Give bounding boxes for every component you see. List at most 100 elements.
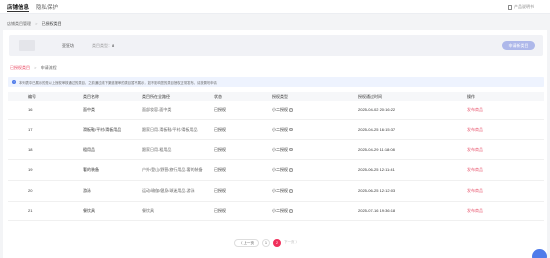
sub-tabs-separator: > [34,65,37,70]
question-icon[interactable]: ? [289,209,293,213]
cell-path: 户外/登山/野营/旅行用品-奢的装备 [142,159,214,181]
cell-id: 17 [8,119,75,140]
auth-type-label: 小二授权 [272,188,288,193]
cell-path: 跟家日用-滑板鞋/平衬/滑板用品 [142,119,214,140]
apply-category-button[interactable]: 申请新类目 [502,41,535,50]
question-icon[interactable]: ? [289,147,293,152]
publish-product-link[interactable]: 发布商品 [467,180,544,202]
col-action: 操作 [467,92,544,101]
cell-status: 已授权 [214,119,272,140]
cell-name: 奢的装备 [75,159,142,181]
document-icon [508,4,512,10]
cell-name: 滑板鞋/平衬/滑板用品 [75,119,142,140]
cell-status: 已授权 [214,101,272,120]
cell-auth-type: 小二授权? [272,180,358,202]
publish-product-link[interactable]: 发布商品 [467,139,544,160]
auth-type-label: 小二授权 [272,107,288,113]
publish-product-link[interactable]: 发布商品 [467,101,544,120]
cell-auth-time: 2025-06-25 12:12:03 [358,180,467,202]
cell-auth-type: 小二授权? [272,159,358,181]
prev-page-button[interactable]: 〈 上一页 [234,238,259,247]
breadcrumb-parent[interactable]: 店铺类目管理 [7,21,31,26]
cell-auth-type: 小二授权? [272,101,358,120]
question-icon[interactable]: ? [289,127,293,132]
table-row: 18 粗用品 跟家日用-粗用品 已授权 小二授权? 2025-04-29 11:… [8,139,544,160]
sub-tabs: 已授权类目 > 申请流程 [10,65,57,71]
cell-auth-type: 小二授权? [272,119,358,140]
table-row: 19 奢的装备 户外/登山/野营/旅行用品-奢的装备 已授权 小二授权? 202… [8,159,544,181]
breadcrumb-separator: > [35,21,38,26]
main-card: 亚狂坊 类目类型：8 申请新类目 已授权类目 > 申请流程 ! 本列表中已展示的… [3,30,547,258]
next-page-button[interactable]: 下一页 〉 [284,240,299,245]
floating-help-button[interactable] [532,249,547,258]
question-icon[interactable]: ? [289,168,293,172]
notice-text: 本列表中已展示的是以上授权审核通过的类目，之前通过线下渠道报审的类目暂不展示，如… [19,81,217,85]
help-label: 产品说明书 [514,4,534,9]
breadcrumb: 店铺类目管理 > 已授权类目 [7,21,62,27]
col-status: 状态 [214,92,272,101]
cell-status: 已授权 [214,159,272,181]
cell-path: 餐饮具 [142,201,214,221]
publish-product-link[interactable]: 发布商品 [467,119,544,140]
cell-status: 已授权 [214,139,272,160]
cell-path: 运动/瑜伽/健身/球迷用品-游泳 [142,180,214,202]
cell-auth-time: 2025-07-16 19:36:18 [358,201,467,221]
store-type: 类目类型：8 [92,43,114,49]
cell-path: 跟家日用-粗用品 [142,139,214,160]
table-header-row: 编号 类目名称 类目所在全路径 状态 授权类型 授权通过时间 操作 [8,92,544,101]
cell-id: 16 [8,101,75,120]
auth-type-label: 小二授权 [272,146,288,152]
cell-name: 粗用品 [75,139,142,160]
breadcrumb-current: 已授权类目 [41,21,62,26]
cell-id: 21 [8,201,75,221]
cell-name: 游泳 [75,180,142,202]
cell-status: 已授权 [214,201,272,221]
question-icon[interactable]: ? [289,189,293,193]
cell-id: 18 [8,139,75,160]
col-auth-time: 授权通过时间 [358,92,467,101]
table-row: 20 游泳 运动/瑜伽/健身/球迷用品-游泳 已授权 小二授权? 2025-06… [8,180,544,202]
col-name: 类目名称 [75,92,142,101]
cell-name: 餐饮具 [75,201,142,221]
cell-id: 20 [8,180,75,202]
publish-product-link[interactable]: 发布商品 [467,159,544,181]
cell-status: 已授权 [214,180,272,202]
pagination: 〈 上一页 1 2 下一页 〉 [234,238,299,247]
auth-type-label: 小二授权 [272,208,288,213]
cell-name: 面中类 [75,101,142,120]
auth-type-label: 小二授权 [272,126,288,132]
table-row: 21 餐饮具 餐饮具 已授权 小二授权? 2025-07-16 19:36:18… [8,201,544,221]
cell-id: 19 [8,159,75,181]
page-2-button[interactable]: 2 [272,238,281,247]
table-row: 17 滑板鞋/平衬/滑板用品 跟家日用-滑板鞋/平衬/滑板用品 已授权 小二授权… [8,119,544,140]
col-path: 类目所在全路径 [142,92,214,101]
col-auth-type: 授权类型 [272,92,358,101]
cell-path: 面部妆容-面中类 [142,101,214,120]
store-name: 亚狂坊 [62,43,74,48]
cell-auth-time: 2025-04-02 20:16:22 [358,101,467,120]
top-nav: 店铺信息 隐私保护 产品说明书 [0,0,550,14]
table-row: 16 面中类 面部妆容-面中类 已授权 小二授权? 2025-04-02 20:… [8,101,544,120]
auth-type-label: 小二授权 [272,167,288,172]
cell-auth-time: 2025-04-29 11:18:08 [358,139,467,160]
store-type-value: 8 [112,43,115,48]
help-link[interactable]: 产品说明书 [508,4,534,10]
tab-privacy[interactable]: 隐私保护 [36,3,58,11]
cell-auth-time: 2025-04-25 16:15:37 [358,119,467,140]
publish-product-link[interactable]: 发布商品 [467,201,544,221]
notice-banner: ! 本列表中已展示的是以上授权审核通过的类目，之前通过线下渠道报审的类目暂不展示… [8,77,544,87]
info-icon: ! [12,80,16,84]
question-icon[interactable]: ? [289,108,293,112]
category-table: 编号 类目名称 类目所在全路径 状态 授权类型 授权通过时间 操作 16 面中类… [8,92,544,221]
store-logo [19,40,35,51]
store-summary: 亚狂坊 类目类型：8 申请新类目 [9,35,543,56]
tab-authorized-categories[interactable]: 已授权类目 [10,65,30,70]
page-1-button[interactable]: 1 [261,238,270,247]
cell-auth-time: 2025-06-25 12:11:41 [358,159,467,181]
col-id: 编号 [8,92,75,101]
tab-apply-process[interactable]: 申请流程 [41,65,57,70]
store-type-label: 类目类型： [92,43,112,48]
cell-auth-type: 小二授权? [272,139,358,160]
cell-auth-type: 小二授权? [272,201,358,221]
tab-store-info[interactable]: 店铺信息 [7,3,30,12]
